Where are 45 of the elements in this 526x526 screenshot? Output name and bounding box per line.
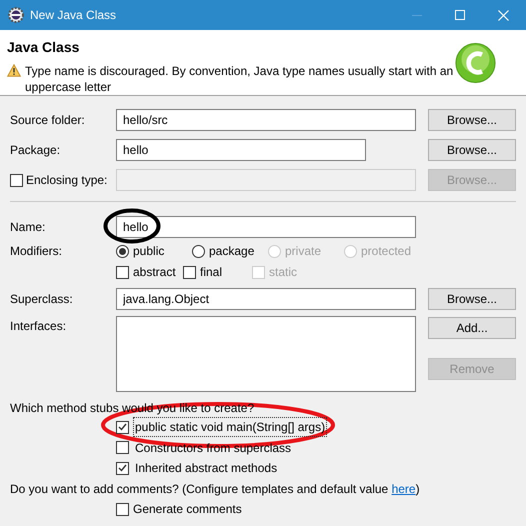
browse-button[interactable]: Browse... bbox=[428, 109, 516, 131]
checkbox-label: Generate comments bbox=[133, 501, 242, 518]
checkbox[interactable] bbox=[116, 462, 129, 474]
page-title: Java Class bbox=[7, 38, 80, 57]
radio-label: protected bbox=[361, 243, 412, 260]
field-label: Name: bbox=[10, 219, 46, 236]
annotation-ellipse bbox=[103, 208, 161, 244]
close-icon[interactable] bbox=[498, 10, 509, 20]
maximize-icon[interactable] bbox=[455, 10, 465, 20]
checkbox[interactable] bbox=[116, 441, 129, 454]
browse-button[interactable]: Browse... bbox=[428, 139, 516, 161]
radio-button[interactable] bbox=[116, 244, 129, 258]
field-label: Interfaces: bbox=[10, 318, 68, 335]
field-label: Package: bbox=[10, 142, 62, 159]
radio-label: package bbox=[209, 243, 254, 260]
field-label: Superclass: bbox=[10, 291, 74, 308]
checkbox-label: final bbox=[200, 264, 222, 281]
class-logo-icon bbox=[455, 41, 496, 85]
text-field[interactable]: java.lang.Object bbox=[116, 288, 416, 310]
browse-button[interactable]: Browse... bbox=[428, 288, 516, 310]
text-field[interactable]: hello/src bbox=[116, 109, 416, 131]
warning-icon bbox=[7, 64, 21, 77]
radio-label: private bbox=[285, 243, 322, 260]
text-field[interactable]: hello bbox=[116, 139, 366, 161]
checkbox-label: public static void main(String[] args) bbox=[133, 417, 328, 437]
checkbox-label: static bbox=[269, 264, 298, 281]
checkbox[interactable] bbox=[183, 266, 196, 278]
comments-question: Do you want to add comments? (Configure templates and default value here) bbox=[10, 481, 421, 496]
interface-button[interactable]: Add... bbox=[428, 317, 516, 339]
checkbox-label: Inherited abstract methods bbox=[134, 460, 278, 477]
app-icon bbox=[8, 7, 24, 23]
field-label: Modifiers: bbox=[10, 243, 64, 260]
text-field[interactable]: hello bbox=[116, 216, 416, 238]
here-link[interactable]: here bbox=[392, 482, 416, 496]
checkbox-label: abstract bbox=[133, 264, 176, 281]
radio-label: public bbox=[133, 243, 164, 260]
radio-button[interactable] bbox=[192, 244, 205, 258]
interfaces-list[interactable] bbox=[116, 316, 416, 392]
checkbox[interactable] bbox=[116, 502, 129, 516]
warning-message: Type name is discouraged. By convention, Java type names usually start with an uppercase letter bbox=[25, 63, 454, 95]
checkbox[interactable] bbox=[116, 266, 129, 278]
checkbox-label: Enclosing type: bbox=[26, 172, 108, 189]
checkbox[interactable] bbox=[116, 420, 129, 434]
window-title: New Java Class bbox=[30, 7, 116, 24]
field-label: Source folder: bbox=[10, 112, 86, 129]
